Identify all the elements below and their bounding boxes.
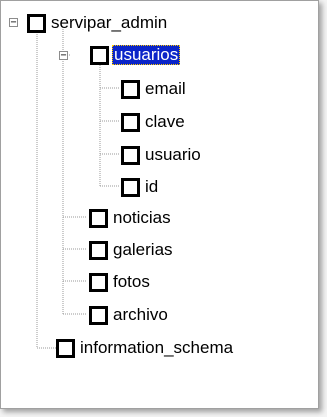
tree-node-usuarios[interactable]: usuarios (90, 44, 181, 66)
checkbox[interactable] (121, 79, 140, 99)
node-label: galerias (113, 240, 173, 259)
checkbox[interactable] (89, 272, 108, 292)
tree-node-id[interactable]: id (121, 176, 160, 198)
node-label: archivo (113, 305, 168, 324)
checkbox[interactable] (121, 177, 140, 197)
checkbox[interactable] (27, 13, 46, 33)
tree-node-usuario[interactable]: usuario (121, 144, 203, 166)
collapse-toggle-usuarios[interactable]: − (59, 51, 68, 61)
collapse-toggle-servipar-admin[interactable]: − (9, 18, 18, 28)
node-label: email (145, 79, 186, 98)
checkbox[interactable] (90, 45, 109, 65)
checkbox[interactable] (89, 240, 108, 260)
node-label: noticias (113, 208, 171, 227)
node-label: servipar_admin (51, 13, 168, 32)
tree-node-galerias[interactable]: galerias (89, 239, 175, 261)
tree-node-servipar-admin[interactable]: servipar_admin (27, 12, 169, 34)
tree-node-noticias[interactable]: noticias (89, 207, 173, 229)
node-label: usuarios (112, 45, 181, 65)
checkbox[interactable] (56, 338, 75, 358)
node-label: id (145, 177, 159, 196)
node-label: information_schema (80, 338, 234, 357)
checkbox[interactable] (121, 145, 140, 165)
tree-view-panel: − servipar_admin − usuarios email clave … (0, 0, 319, 409)
checkbox[interactable] (89, 208, 108, 228)
tree-node-information-schema[interactable]: information_schema (56, 337, 235, 359)
checkbox[interactable] (89, 305, 108, 325)
node-label: usuario (145, 145, 201, 164)
tree-node-email[interactable]: email (121, 78, 188, 100)
tree-node-fotos[interactable]: fotos (89, 271, 152, 293)
tree-node-clave[interactable]: clave (121, 111, 187, 133)
node-label: fotos (113, 272, 150, 291)
checkbox[interactable] (121, 112, 140, 132)
database-tree: − servipar_admin − usuarios email clave … (1, 1, 318, 408)
tree-node-archivo[interactable]: archivo (89, 304, 170, 326)
node-label: clave (145, 112, 185, 131)
